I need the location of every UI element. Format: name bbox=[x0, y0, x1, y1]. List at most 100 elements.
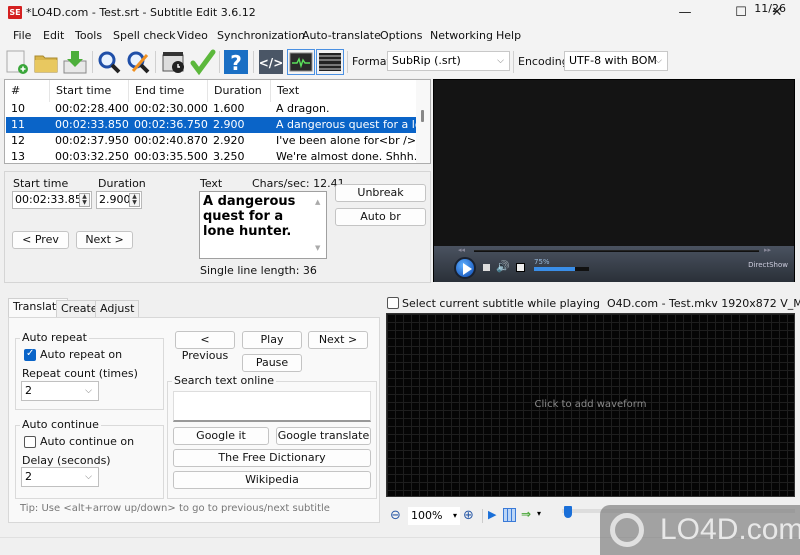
menu-networking[interactable]: Networking bbox=[430, 29, 493, 42]
zoom-in-icon[interactable]: ⊕ bbox=[463, 508, 474, 523]
auto-br-button[interactable]: Auto br bbox=[335, 208, 426, 226]
wikipedia-button[interactable]: Wikipedia bbox=[173, 471, 371, 489]
duration-spinner[interactable]: ▲ ▼ bbox=[129, 193, 140, 207]
single-line-length: Single line length: 36 bbox=[200, 264, 317, 277]
toolbar-separator bbox=[253, 51, 254, 73]
scrollbar-thumb[interactable] bbox=[421, 110, 424, 122]
delay-select[interactable]: 2 ⌵ bbox=[21, 467, 99, 487]
table-row[interactable]: 10 00:02:28.400 00:02:30.000 1.600 A dra… bbox=[6, 101, 418, 117]
video-controls: ◂◂ ▸▸ 🔊 75% DirectShow bbox=[434, 246, 794, 282]
find-icon[interactable] bbox=[96, 49, 122, 75]
prev-button[interactable]: < Prev bbox=[12, 231, 69, 249]
waveform-area[interactable]: Click to add waveform bbox=[386, 313, 795, 497]
google-it-button[interactable]: Google it bbox=[173, 427, 269, 445]
free-dictionary-button[interactable]: The Free Dictionary bbox=[173, 449, 371, 467]
google-translate-button[interactable]: Google translate bbox=[276, 427, 371, 445]
volume-icon[interactable]: 🔊 bbox=[496, 260, 510, 273]
source-view-icon[interactable]: </> bbox=[258, 49, 284, 75]
watermark-text: LO4D.com bbox=[660, 513, 800, 546]
cell-start: 00:02:28.400 bbox=[55, 102, 129, 115]
auto-repeat-checkbox[interactable] bbox=[24, 348, 36, 361]
text-scrollbar[interactable]: ▲ ▼ bbox=[313, 193, 325, 257]
slider-thumb[interactable] bbox=[564, 506, 572, 518]
pause-button[interactable]: Pause bbox=[242, 354, 302, 372]
column-header-text[interactable]: Text bbox=[271, 80, 419, 102]
menu-synchronization[interactable]: Synchronization bbox=[217, 29, 305, 42]
unbreak-button[interactable]: Unbreak bbox=[335, 184, 426, 202]
spell-check-icon[interactable] bbox=[190, 49, 216, 76]
encoding-value: UTF-8 with BOM bbox=[569, 54, 657, 67]
list-scrollbar[interactable] bbox=[416, 80, 430, 163]
minimize-button[interactable]: — bbox=[662, 0, 708, 26]
scroll-up-icon[interactable]: ▲ bbox=[315, 195, 320, 210]
title-bar: SE *LO4D.com - Test.srt - Subtitle Edit … bbox=[0, 0, 800, 26]
video-info: O4D.com - Test.mkv 1920x872 V_MPEG4/ISO/… bbox=[606, 297, 800, 310]
volume-slider[interactable] bbox=[534, 267, 589, 271]
new-file-icon[interactable] bbox=[4, 49, 30, 75]
cell-start: 00:03:32.250 bbox=[55, 150, 129, 163]
table-row[interactable]: 12 00:02:37.950 00:02:40.870 2.920 I've … bbox=[6, 133, 418, 149]
start-time-input[interactable]: 00:02:33.850 ▲ ▼ bbox=[12, 191, 92, 209]
help-icon[interactable]: ? bbox=[223, 49, 249, 75]
toolbar: ? </> Format SubRip (.srt) ⌵ Encoding UT… bbox=[0, 46, 800, 78]
menu-tools[interactable]: Tools bbox=[75, 29, 102, 42]
replace-icon[interactable] bbox=[125, 49, 151, 75]
dropdown-arrow-icon: ▾ bbox=[452, 511, 457, 520]
menu-spell-check[interactable]: Spell check bbox=[113, 29, 176, 42]
tab-adjust[interactable]: Adjust bbox=[95, 300, 140, 318]
subtitle-text-area[interactable]: A dangerous quest for a lone hunter. ▲ ▼ bbox=[199, 191, 327, 259]
next-button[interactable]: Next > bbox=[76, 231, 133, 249]
menu-file[interactable]: File bbox=[13, 29, 31, 42]
seek-bar[interactable] bbox=[474, 250, 759, 252]
format-select[interactable]: SubRip (.srt) ⌵ bbox=[387, 51, 510, 71]
repeat-count-label: Repeat count (times) bbox=[22, 367, 138, 380]
menu-help[interactable]: Help bbox=[496, 29, 521, 42]
repeat-count-select[interactable]: 2 ⌵ bbox=[21, 381, 99, 401]
auto-continue-checkbox[interactable] bbox=[24, 436, 36, 448]
zoom-value: 100% bbox=[411, 509, 443, 522]
start-time-spinner[interactable]: ▲ ▼ bbox=[79, 193, 90, 207]
stop-icon[interactable] bbox=[483, 264, 490, 271]
split-columns-icon[interactable] bbox=[503, 508, 516, 522]
watermark-logo-icon bbox=[610, 513, 644, 547]
renderer-label: DirectShow bbox=[748, 261, 788, 269]
text-label: Text bbox=[200, 177, 223, 190]
column-header-duration[interactable]: Duration bbox=[208, 80, 271, 102]
waveform-toggle-icon[interactable] bbox=[287, 49, 315, 75]
menu-options[interactable]: Options bbox=[380, 29, 422, 42]
auto-repeat-group: Auto repeat Auto repeat on Repeat count … bbox=[15, 331, 164, 410]
rewind-icon[interactable]: ◂◂ bbox=[458, 246, 465, 254]
forward-arrows-icon[interactable]: ⇒ bbox=[521, 507, 531, 521]
fast-forward-icon[interactable]: ▸▸ bbox=[764, 246, 771, 254]
search-text-input[interactable] bbox=[173, 391, 371, 422]
column-header-number[interactable]: # bbox=[5, 80, 50, 102]
add-waveform-hint[interactable]: Click to add waveform bbox=[387, 399, 794, 410]
dropdown-arrow-icon[interactable]: ▾ bbox=[537, 509, 541, 518]
duration-value: 2.900 bbox=[99, 193, 131, 206]
menu-auto-translate[interactable]: Auto-translate bbox=[302, 29, 381, 42]
encoding-select[interactable]: UTF-8 with BOM ⌵ bbox=[564, 51, 668, 71]
select-current-subtitle-checkbox[interactable] bbox=[387, 297, 399, 309]
zoom-select[interactable]: 100% ▾ bbox=[408, 507, 460, 525]
play-waveform-icon[interactable]: ▶ bbox=[488, 508, 496, 521]
table-row-selected[interactable]: 11 00:02:33.850 00:02:36.750 2.900 A dan… bbox=[6, 117, 418, 133]
subtitle-list[interactable]: # Start time End time Duration Text 10 0… bbox=[4, 79, 431, 164]
duration-input[interactable]: 2.900 ▲ ▼ bbox=[96, 191, 142, 209]
play-button[interactable] bbox=[454, 257, 476, 279]
scroll-down-icon[interactable]: ▼ bbox=[315, 241, 320, 256]
next-button-translate[interactable]: Next > bbox=[308, 331, 368, 349]
video-toggle-icon[interactable] bbox=[316, 49, 344, 75]
search-online-title: Search text online bbox=[172, 374, 277, 387]
previous-button[interactable]: < Previous bbox=[175, 331, 235, 362]
menu-video[interactable]: Video bbox=[177, 29, 208, 42]
table-row[interactable]: 13 00:03:32.250 00:03:35.500 3.250 We're… bbox=[6, 149, 418, 165]
fullscreen-icon[interactable] bbox=[516, 263, 525, 272]
column-header-end-time[interactable]: End time bbox=[129, 80, 208, 102]
play-button-translate[interactable]: Play bbox=[242, 331, 302, 349]
save-download-icon[interactable] bbox=[62, 49, 88, 75]
menu-edit[interactable]: Edit bbox=[43, 29, 64, 42]
column-header-start-time[interactable]: Start time bbox=[50, 80, 129, 102]
visual-sync-icon[interactable] bbox=[161, 49, 187, 75]
zoom-out-icon[interactable]: ⊖ bbox=[390, 508, 401, 523]
open-folder-icon[interactable] bbox=[33, 49, 59, 75]
